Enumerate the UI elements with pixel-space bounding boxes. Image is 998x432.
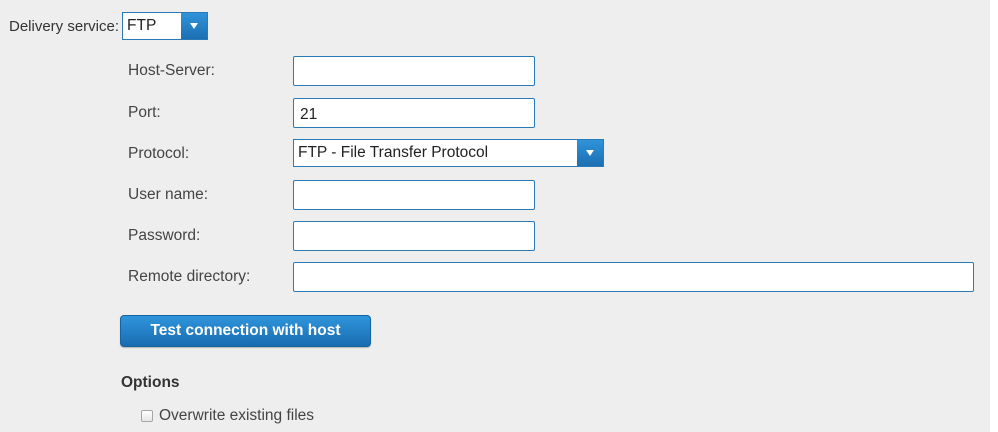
delivery-service-select[interactable]: FTP [122, 12, 209, 40]
test-connection-button[interactable]: Test connection with host [120, 315, 371, 347]
delivery-service-row: Delivery service: FTP [9, 12, 209, 40]
port-input[interactable] [293, 98, 535, 128]
username-input[interactable] [293, 180, 535, 210]
username-label: User name: [128, 186, 209, 203]
test-connection-label: Test connection with host [150, 322, 341, 339]
protocol-select[interactable]: FTP - File Transfer Protocol [293, 139, 604, 167]
remote-directory-label: Remote directory: [128, 268, 251, 285]
password-label: Password: [128, 227, 201, 244]
delivery-service-label: Delivery service: [9, 17, 120, 35]
protocol-value: FTP - File Transfer Protocol [298, 144, 489, 161]
delivery-service-value: FTP [127, 17, 157, 34]
remote-directory-input[interactable] [293, 262, 974, 292]
delivery-settings-panel: Delivery service: FTP Host-Server: Port:… [0, 0, 990, 432]
protocol-label: Protocol: [128, 145, 190, 162]
host-server-label: Host-Server: [128, 62, 215, 79]
overwrite-option[interactable]: Overwrite existing files [141, 407, 314, 425]
chevron-down-icon[interactable] [181, 13, 208, 39]
chevron-down-icon[interactable] [577, 140, 603, 166]
options-heading: Options [121, 374, 180, 391]
port-label: Port: [128, 104, 161, 121]
overwrite-checkbox[interactable] [141, 410, 153, 422]
host-server-input[interactable] [293, 56, 535, 86]
password-input[interactable] [293, 221, 535, 251]
overwrite-label[interactable]: Overwrite existing files [159, 407, 314, 425]
